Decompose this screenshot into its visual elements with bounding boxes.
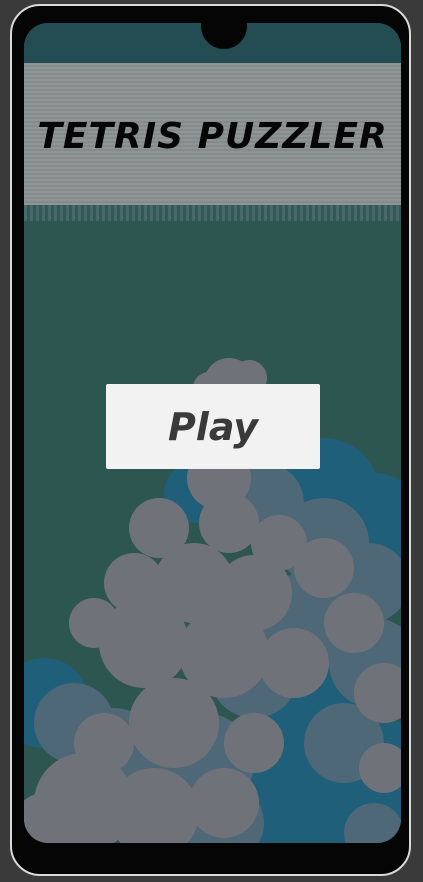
game-title: TETRIS PUZZLER bbox=[37, 115, 388, 157]
play-button-label: Play bbox=[167, 404, 259, 449]
play-button[interactable]: Play bbox=[106, 384, 320, 469]
game-screen: TETRIS PUZZLER Play bbox=[24, 23, 401, 843]
phone-frame: TETRIS PUZZLER Play bbox=[10, 4, 411, 876]
title-banner: TETRIS PUZZLER bbox=[24, 63, 401, 221]
